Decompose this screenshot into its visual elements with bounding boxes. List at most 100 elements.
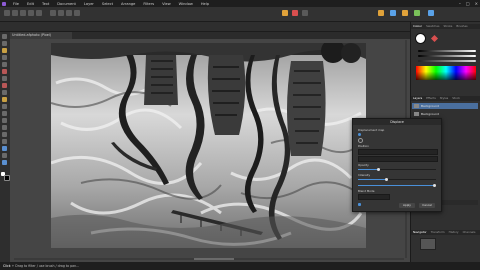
blur-brush-icon[interactable] bbox=[2, 125, 7, 130]
tab-effects[interactable]: Effects bbox=[424, 96, 438, 101]
menu-arrange[interactable]: Arrange bbox=[117, 2, 139, 6]
colour-picker-icon[interactable] bbox=[2, 160, 7, 165]
persona-develop-icon[interactable] bbox=[20, 10, 26, 16]
colour-panel-tabs: Colour Swatches Stroke Brushes bbox=[411, 24, 480, 29]
position-label: Position bbox=[358, 144, 369, 148]
persona-export-icon[interactable] bbox=[36, 10, 42, 16]
selection-brush-icon[interactable] bbox=[2, 55, 7, 60]
tab-styles[interactable]: Styles bbox=[438, 96, 450, 101]
layer-row-1[interactable]: Background bbox=[412, 103, 478, 109]
tab-stock[interactable]: Stock bbox=[450, 96, 462, 101]
flood-select-icon[interactable] bbox=[2, 62, 7, 67]
displaced-photo bbox=[51, 43, 366, 248]
persona-photo-icon[interactable] bbox=[4, 10, 10, 16]
view-tool-icon[interactable] bbox=[2, 41, 7, 46]
tab-channels[interactable]: Channels bbox=[461, 230, 478, 235]
assistant-icon[interactable] bbox=[402, 10, 408, 16]
layers-panel-tabs: Layers Effects Styles Stock bbox=[411, 96, 480, 101]
erase-brush-icon[interactable] bbox=[2, 76, 7, 81]
position-field-2[interactable] bbox=[358, 156, 438, 162]
tab-history[interactable]: History bbox=[447, 230, 461, 235]
menu-edit[interactable]: Edit bbox=[23, 2, 38, 6]
opacity-label: Opacity bbox=[358, 163, 369, 167]
opacity-slider-track[interactable] bbox=[358, 168, 436, 171]
gradient-tool-icon[interactable] bbox=[2, 90, 7, 95]
auto-contrast-icon[interactable] bbox=[58, 10, 64, 16]
node-tool-icon[interactable] bbox=[2, 139, 7, 144]
cancel-button[interactable]: Cancel bbox=[419, 203, 435, 208]
intensity-slider-track[interactable] bbox=[358, 178, 436, 181]
menu-help[interactable]: Help bbox=[197, 2, 213, 6]
window-controls: – □ × bbox=[459, 0, 478, 7]
menu-file[interactable]: File bbox=[9, 2, 23, 6]
colour-slider-2[interactable] bbox=[418, 55, 476, 57]
tab-layers[interactable]: Layers bbox=[411, 96, 424, 101]
layer-row-2[interactable]: Background bbox=[412, 111, 478, 117]
shape-tool-icon[interactable] bbox=[2, 146, 7, 151]
intensity-slider-track-2[interactable] bbox=[358, 184, 436, 187]
tab-brushes[interactable]: Brushes bbox=[454, 24, 469, 29]
tab-transform[interactable]: Transform bbox=[429, 230, 447, 235]
layer-name: Background bbox=[421, 104, 439, 108]
main-toolbar bbox=[0, 7, 480, 22]
tab-swatches[interactable]: Swatches bbox=[424, 24, 441, 29]
horizontal-scrollbar[interactable] bbox=[14, 258, 404, 260]
maximize-icon[interactable]: □ bbox=[466, 1, 470, 6]
dodge-brush-icon[interactable] bbox=[2, 97, 7, 102]
menu-filters[interactable]: Filters bbox=[139, 2, 158, 6]
menu-select[interactable]: Select bbox=[98, 2, 117, 6]
selection-mode-icon[interactable] bbox=[292, 10, 298, 16]
flood-fill-icon[interactable] bbox=[2, 83, 7, 88]
status-bar: Click + Drag to filter / use brush / dra… bbox=[0, 262, 480, 270]
preview-checkbox[interactable] bbox=[358, 203, 361, 206]
move-tool-icon[interactable] bbox=[2, 34, 7, 39]
layer-thumbnail bbox=[414, 104, 419, 108]
displacement-map-label: Displacement map bbox=[358, 128, 385, 132]
opacity-slider[interactable] bbox=[418, 60, 476, 62]
paint-brush-icon[interactable] bbox=[2, 69, 7, 74]
pen-tool-icon[interactable] bbox=[2, 132, 7, 137]
minimize-icon[interactable]: – bbox=[459, 1, 461, 6]
navigator-preview[interactable] bbox=[420, 238, 436, 250]
blend-mode-label: Blend Mode bbox=[358, 189, 375, 193]
selection-subtract-icon[interactable] bbox=[302, 10, 308, 16]
auto-levels-icon[interactable] bbox=[50, 10, 56, 16]
colour-slider-1[interactable] bbox=[418, 50, 476, 52]
view-mode-icon[interactable] bbox=[414, 10, 420, 16]
close-icon[interactable]: × bbox=[475, 1, 478, 6]
tab-navigator[interactable]: Navigator bbox=[411, 230, 429, 235]
apply-button[interactable]: Apply bbox=[399, 203, 415, 208]
menu-text[interactable]: Text bbox=[38, 2, 53, 6]
text-tool-icon[interactable] bbox=[2, 153, 7, 158]
tools-panel bbox=[0, 32, 10, 262]
healing-brush-icon[interactable] bbox=[2, 111, 7, 116]
clone-brush-icon[interactable] bbox=[2, 104, 7, 109]
menu-window[interactable]: Window bbox=[175, 2, 197, 6]
snapping-icon[interactable] bbox=[378, 10, 384, 16]
map-option-radio[interactable] bbox=[358, 133, 361, 136]
fill-colour-well[interactable] bbox=[415, 33, 426, 44]
zoom-in-icon[interactable] bbox=[428, 10, 434, 16]
crop-tool-icon[interactable] bbox=[2, 48, 7, 53]
document-tab[interactable]: Untitled.afphoto (Pixel) bbox=[10, 32, 72, 39]
navigator-panel-tabs: Navigator Transform History Channels bbox=[411, 230, 480, 235]
tab-colour[interactable]: Colour bbox=[411, 24, 424, 29]
auto-colours-icon[interactable] bbox=[66, 10, 72, 16]
menu-view[interactable]: View bbox=[158, 2, 175, 6]
blend-mode-select[interactable] bbox=[358, 194, 390, 200]
menu-layer[interactable]: Layer bbox=[80, 2, 98, 6]
persona-liquify-icon[interactable] bbox=[12, 10, 18, 16]
arrange-icon[interactable] bbox=[390, 10, 396, 16]
persona-tonemap-icon[interactable] bbox=[28, 10, 34, 16]
map-option-radio-2[interactable] bbox=[358, 138, 363, 143]
quick-mask-icon[interactable] bbox=[282, 10, 288, 16]
menu-document[interactable]: Document bbox=[53, 2, 80, 6]
context-toolbar bbox=[0, 22, 480, 32]
status-hint: + Drag to filter / use brush / drag to p… bbox=[10, 264, 80, 268]
red-eye-icon[interactable] bbox=[2, 118, 7, 123]
position-field[interactable] bbox=[358, 149, 438, 155]
tab-stroke[interactable]: Stroke bbox=[441, 24, 454, 29]
auto-white-balance-icon[interactable] bbox=[74, 10, 80, 16]
colour-spectrum[interactable] bbox=[416, 66, 476, 80]
dialog-title: Displace bbox=[353, 119, 441, 125]
